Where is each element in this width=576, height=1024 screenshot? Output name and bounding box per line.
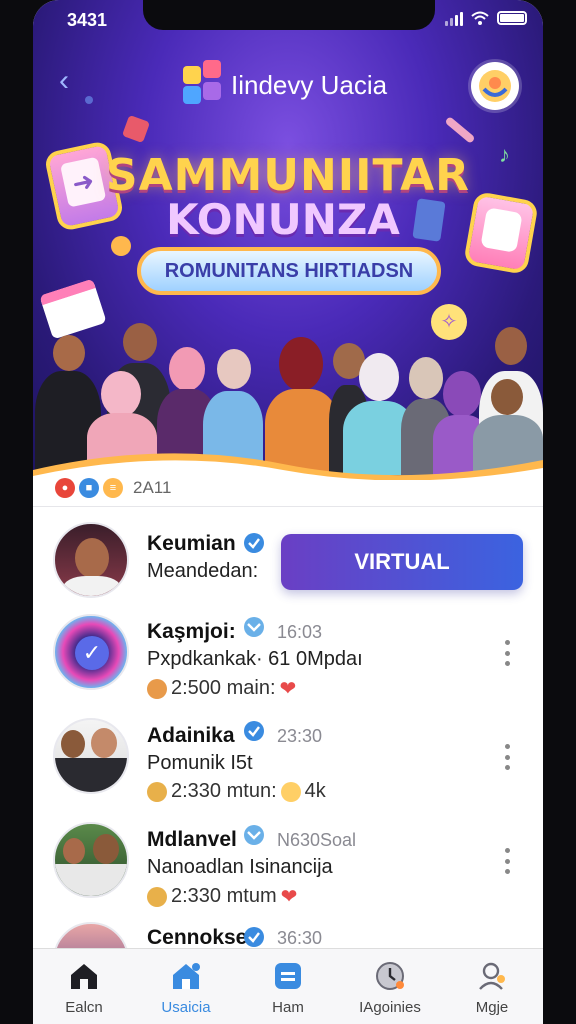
hero-wave <box>33 453 543 480</box>
verified-badge-icon <box>244 617 264 637</box>
verified-badge-icon <box>244 825 264 845</box>
tab-activities[interactable]: IAgoinies <box>339 949 441 1024</box>
avatar <box>53 822 129 898</box>
list-item[interactable]: Adainika 23:30 Pomunik I5t 2:330 mtun: 4… <box>33 714 543 818</box>
item-name: Mdlanvel <box>147 828 237 851</box>
notification-badge-icon: ● <box>55 478 75 498</box>
tab-home[interactable]: Ealcn <box>33 949 135 1024</box>
hero-headline-2: KONUNZA <box>166 195 400 244</box>
tab-label: Usaicia <box>161 999 211 1016</box>
profile-icon <box>479 962 505 990</box>
clock-icon <box>376 962 404 990</box>
item-time: 36:30 <box>277 928 323 948</box>
list-item[interactable]: Mdlanvel N630Soal Nanoadlan Isinancija 2… <box>33 818 543 922</box>
item-subtitle: Meandedan: <box>147 560 259 582</box>
status-icons <box>445 10 527 26</box>
hero-banner: ♪ ➜ ✧ 3431 ‹ Iindevy Uacia SAMMUNIITAR K… <box>33 0 543 480</box>
item-stats: 2:330 mtun: 4k <box>147 780 326 803</box>
list-item[interactable]: Keumian Meandedan: VIRTUAL <box>33 512 543 616</box>
tab-community[interactable]: Usaicia <box>135 949 237 1024</box>
tab-label: Mgje <box>475 999 509 1016</box>
list-item[interactable]: Cennokse 36:30 <box>33 922 543 948</box>
item-stat-extra: 4k <box>304 780 326 802</box>
wifi-icon <box>471 11 489 25</box>
verified-badge-icon <box>244 533 264 553</box>
item-name: Keumian <box>147 532 236 555</box>
app-title: Iindevy Uacia <box>231 70 388 100</box>
back-button[interactable]: ‹ <box>59 66 89 96</box>
dot-icon <box>85 96 93 104</box>
heart-icon: ❤ <box>279 678 297 700</box>
profile-avatar-button[interactable] <box>471 62 519 110</box>
more-options-icon[interactable] <box>503 640 511 666</box>
feed-list: Keumian Meandedan: VIRTUAL ✓ Kaşmjoi: 16… <box>33 506 543 948</box>
home-icon <box>71 964 97 989</box>
avatar: ✓ <box>53 614 129 690</box>
tab-list[interactable]: Ham <box>237 949 339 1024</box>
item-time: 23:30 <box>277 726 323 746</box>
tab-profile[interactable]: Mgje <box>441 949 543 1024</box>
emoji-face-icon <box>147 781 167 802</box>
avatar <box>53 718 129 794</box>
verified-badge-icon <box>244 927 264 947</box>
app-screen: ♪ ➜ ✧ 3431 ‹ Iindevy Uacia SAMMUNIITAR K… <box>33 0 543 1024</box>
menu-badge-icon: ≡ <box>103 478 123 498</box>
emoji-face-icon <box>280 781 301 802</box>
emoji-face-icon <box>147 886 167 907</box>
list-icon <box>275 963 301 989</box>
meta-bar: ● ■ ≡ 2A11 <box>55 478 171 498</box>
bottom-tab-bar: Ealcn Usaicia Ham IAgoinies Mgje <box>33 948 543 1024</box>
chat-badge-icon: ■ <box>79 478 99 498</box>
camera-notch <box>143 0 435 30</box>
heart-icon: ❤ <box>280 886 298 908</box>
battery-icon <box>497 11 527 25</box>
community-home-icon <box>173 963 200 989</box>
tab-label: IAgoinies <box>359 999 421 1016</box>
verified-badge-icon <box>244 721 264 741</box>
ribbon-icon <box>412 198 446 242</box>
avatar <box>53 522 129 598</box>
item-name: Kaşmjoi: <box>147 620 236 643</box>
app-logo-icon <box>183 60 221 104</box>
item-subtitle: Pxpdkankak· 61 0Mpdaı <box>147 648 363 670</box>
item-stat: 2:500 main: <box>171 677 276 699</box>
item-stat: 2:330 mtum <box>171 885 277 907</box>
list-item[interactable]: ✓ Kaşmjoi: 16:03 Pxpdkankak· 61 0Mpdaı 2… <box>33 610 543 714</box>
meta-count: 2A11 <box>133 478 172 497</box>
item-name: Adainika <box>147 724 235 747</box>
music-stick-icon <box>444 116 476 144</box>
status-time: 3431 <box>67 10 108 30</box>
hero-headline-1: SAMMUNIITAR <box>105 150 471 201</box>
tab-label: Ham <box>272 999 304 1016</box>
virtual-button[interactable]: VIRTUAL <box>281 534 523 590</box>
crossed-icon <box>147 678 167 699</box>
more-options-icon[interactable] <box>503 744 511 770</box>
more-options-icon[interactable] <box>503 848 511 874</box>
item-subtitle: Pomunik I5t <box>147 752 253 774</box>
item-stats: 2:500 main: ❤ <box>147 676 296 701</box>
item-stats: 2:330 mtum ❤ <box>147 884 297 909</box>
item-time: 16:03 <box>277 622 323 642</box>
avatar <box>53 922 129 948</box>
signal-icon <box>445 10 463 26</box>
profile-icon <box>479 70 511 102</box>
item-stat: 2:330 mtun: <box>171 780 277 802</box>
item-subtitle: Nanoadlan Isinancija <box>147 856 333 878</box>
hero-banner-label: ROMUNITANS HIRTIADSN <box>137 247 441 295</box>
sparkle-icon <box>121 114 151 144</box>
tab-label: Ealcn <box>65 999 103 1016</box>
item-time: N630Soal <box>277 830 357 850</box>
item-name: Cennokse <box>147 926 248 948</box>
